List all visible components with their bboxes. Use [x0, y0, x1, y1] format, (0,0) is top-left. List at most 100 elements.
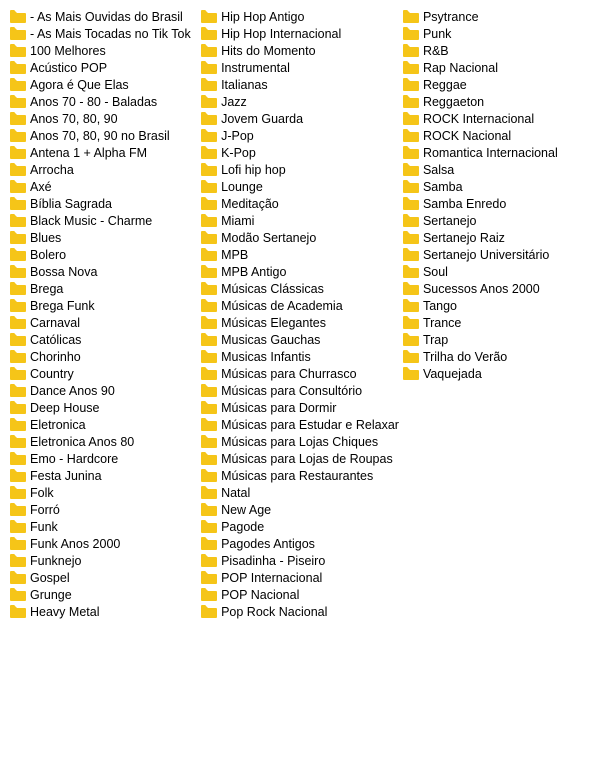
- folder-item[interactable]: Carnaval: [8, 314, 199, 331]
- folder-item[interactable]: Tango: [401, 297, 592, 314]
- folder-item[interactable]: Psytrance: [401, 8, 592, 25]
- folder-item[interactable]: Músicas para Lojas Chiques: [199, 433, 401, 450]
- folder-item[interactable]: Anos 70 - 80 - Baladas: [8, 93, 199, 110]
- folder-label: Chorinho: [30, 350, 81, 364]
- folder-item[interactable]: Funk: [8, 518, 199, 535]
- folder-item[interactable]: Católicas: [8, 331, 199, 348]
- folder-item[interactable]: Músicas para Consultório: [199, 382, 401, 399]
- folder-item[interactable]: Pagode: [199, 518, 401, 535]
- folder-item[interactable]: POP Internacional: [199, 569, 401, 586]
- folder-item[interactable]: Dance Anos 90: [8, 382, 199, 399]
- folder-label: Eletronica: [30, 418, 86, 432]
- folder-item[interactable]: Folk: [8, 484, 199, 501]
- folder-item[interactable]: Jazz: [199, 93, 401, 110]
- folder-item[interactable]: Acústico POP: [8, 59, 199, 76]
- folder-item[interactable]: Músicas para Restaurantes: [199, 467, 401, 484]
- folder-label: Country: [30, 367, 74, 381]
- folder-item[interactable]: Lounge: [199, 178, 401, 195]
- folder-item[interactable]: Bossa Nova: [8, 263, 199, 280]
- folder-item[interactable]: Country: [8, 365, 199, 382]
- folder-item[interactable]: New Age: [199, 501, 401, 518]
- folder-item[interactable]: Festa Junina: [8, 467, 199, 484]
- folder-item[interactable]: J-Pop: [199, 127, 401, 144]
- folder-item[interactable]: Pagodes Antigos: [199, 535, 401, 552]
- folder-item[interactable]: Blues: [8, 229, 199, 246]
- folder-item[interactable]: Antena 1 + Alpha FM: [8, 144, 199, 161]
- folder-item[interactable]: Samba Enredo: [401, 195, 592, 212]
- folder-item[interactable]: Arrocha: [8, 161, 199, 178]
- folder-item[interactable]: Musicas Gauchas: [199, 331, 401, 348]
- folder-item[interactable]: Músicas para Churrasco: [199, 365, 401, 382]
- folder-item[interactable]: Samba: [401, 178, 592, 195]
- folder-item[interactable]: Sucessos Anos 2000: [401, 280, 592, 297]
- folder-item[interactable]: Forró: [8, 501, 199, 518]
- folder-item[interactable]: Brega Funk: [8, 297, 199, 314]
- folder-item[interactable]: Heavy Metal: [8, 603, 199, 620]
- folder-icon: [201, 418, 217, 431]
- folder-item[interactable]: Brega: [8, 280, 199, 297]
- folder-item[interactable]: Reggae: [401, 76, 592, 93]
- folder-item[interactable]: Axé: [8, 178, 199, 195]
- folder-item[interactable]: Italianas: [199, 76, 401, 93]
- folder-item[interactable]: Salsa: [401, 161, 592, 178]
- folder-item[interactable]: 100 Melhores: [8, 42, 199, 59]
- folder-item[interactable]: Meditação: [199, 195, 401, 212]
- folder-item[interactable]: Hits do Momento: [199, 42, 401, 59]
- folder-item[interactable]: Chorinho: [8, 348, 199, 365]
- folder-item[interactable]: Músicas para Dormir: [199, 399, 401, 416]
- folder-item[interactable]: MPB: [199, 246, 401, 263]
- folder-item[interactable]: Pop Rock Nacional: [199, 603, 401, 620]
- folder-item[interactable]: Bíblia Sagrada: [8, 195, 199, 212]
- folder-item[interactable]: Músicas Elegantes: [199, 314, 401, 331]
- folder-item[interactable]: Romantica Internacional: [401, 144, 592, 161]
- folder-item[interactable]: Miami: [199, 212, 401, 229]
- folder-item[interactable]: Gospel: [8, 569, 199, 586]
- folder-item[interactable]: Emo - Hardcore: [8, 450, 199, 467]
- folder-item[interactable]: Anos 70, 80, 90: [8, 110, 199, 127]
- folder-item[interactable]: Pisadinha - Piseiro: [199, 552, 401, 569]
- folder-item[interactable]: - As Mais Ouvidas do Brasil: [8, 8, 199, 25]
- folder-item[interactable]: ROCK Nacional: [401, 127, 592, 144]
- folder-item[interactable]: K-Pop: [199, 144, 401, 161]
- folder-item[interactable]: POP Nacional: [199, 586, 401, 603]
- folder-item[interactable]: Eletronica Anos 80: [8, 433, 199, 450]
- folder-item[interactable]: Lofi hip hop: [199, 161, 401, 178]
- folder-item[interactable]: Soul: [401, 263, 592, 280]
- folder-item[interactable]: Agora é Que Elas: [8, 76, 199, 93]
- folder-item[interactable]: Black Music - Charme: [8, 212, 199, 229]
- folder-item[interactable]: Trap: [401, 331, 592, 348]
- folder-item[interactable]: Reggaeton: [401, 93, 592, 110]
- folder-item[interactable]: Bolero: [8, 246, 199, 263]
- folder-item[interactable]: Músicas para Estudar e Relaxar: [199, 416, 401, 433]
- folder-item[interactable]: MPB Antigo: [199, 263, 401, 280]
- folder-item[interactable]: Anos 70, 80, 90 no Brasil: [8, 127, 199, 144]
- folder-icon: [201, 605, 217, 618]
- folder-item[interactable]: Funk Anos 2000: [8, 535, 199, 552]
- folder-item[interactable]: Trance: [401, 314, 592, 331]
- folder-item[interactable]: Natal: [199, 484, 401, 501]
- folder-item[interactable]: R&B: [401, 42, 592, 59]
- folder-item[interactable]: Musicas Infantis: [199, 348, 401, 365]
- folder-item[interactable]: Deep House: [8, 399, 199, 416]
- folder-item[interactable]: Funknejo: [8, 552, 199, 569]
- folder-item[interactable]: Músicas de Academia: [199, 297, 401, 314]
- folder-item[interactable]: Músicas Clássicas: [199, 280, 401, 297]
- folder-item[interactable]: Rap Nacional: [401, 59, 592, 76]
- folder-item[interactable]: - As Mais Tocadas no Tik Tok: [8, 25, 199, 42]
- folder-item[interactable]: Instrumental: [199, 59, 401, 76]
- column-2: Hip Hop Antigo Hip Hop Internacional Hit…: [199, 8, 401, 620]
- folder-item[interactable]: Vaquejada: [401, 365, 592, 382]
- folder-item[interactable]: Eletronica: [8, 416, 199, 433]
- folder-item[interactable]: Hip Hop Internacional: [199, 25, 401, 42]
- folder-item[interactable]: Sertanejo Raiz: [401, 229, 592, 246]
- folder-item[interactable]: Modão Sertanejo: [199, 229, 401, 246]
- folder-item[interactable]: Hip Hop Antigo: [199, 8, 401, 25]
- folder-item[interactable]: Grunge: [8, 586, 199, 603]
- folder-item[interactable]: Jovem Guarda: [199, 110, 401, 127]
- folder-item[interactable]: Punk: [401, 25, 592, 42]
- folder-item[interactable]: Sertanejo: [401, 212, 592, 229]
- folder-item[interactable]: ROCK Internacional: [401, 110, 592, 127]
- folder-item[interactable]: Sertanejo Universitário: [401, 246, 592, 263]
- folder-item[interactable]: Trilha do Verão: [401, 348, 592, 365]
- folder-item[interactable]: Músicas para Lojas de Roupas: [199, 450, 401, 467]
